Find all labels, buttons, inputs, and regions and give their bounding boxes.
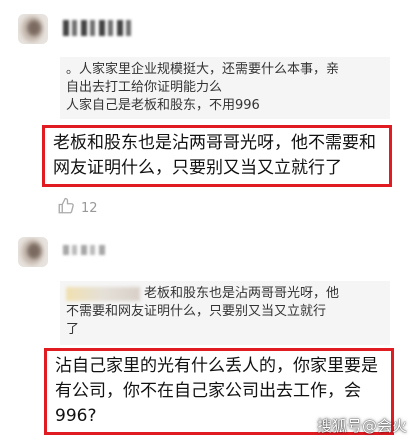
reply-line: 老板和股东也是沾两哥哥光呀，他不需要和 — [53, 133, 376, 153]
thumbs-up-icon — [57, 197, 75, 219]
comment-1: 。人家家里企业规模挺大，还需要什么本事，亲 自出去打工给你证明能力么 人家自己是… — [0, 0, 415, 225]
quote-line: 老板和股东也是沾两哥哥光呀，他 — [66, 285, 384, 303]
quoted-comment: 老板和股东也是沾两哥哥光呀，他 不需要和网友证明什么，只要别又当又立就行 了 — [60, 281, 390, 345]
like-count: 12 — [81, 200, 98, 216]
like-button[interactable]: 12 — [57, 197, 98, 219]
reply-line: 沾自己家里的光有什么丢人的，你家里要是 — [55, 356, 378, 376]
reply-line: 有公司，你不在自己家公司出去工作，会 — [55, 381, 361, 401]
quote-line: 自出去打工给你证明能力么 — [66, 80, 223, 95]
quoted-comment: 。人家家里企业规模挺大，还需要什么本事，亲 自出去打工给你证明能力么 人家自己是… — [60, 57, 390, 119]
username-blurred[interactable] — [63, 20, 133, 36]
comment-2: 老板和股东也是沾两哥哥光呀，他 不需要和网友证明什么，只要别又当又立就行 了 沾… — [0, 225, 415, 445]
quote-line: 了 — [66, 322, 80, 337]
quote-line: 。人家家里企业规模挺大，还需要什么本事，亲 — [66, 62, 340, 77]
quoted-username-blurred — [66, 286, 140, 301]
reply-line: 网友证明什么，只要别又当又立就行了 — [53, 158, 342, 178]
avatar[interactable] — [18, 14, 48, 44]
watermark: 搜狐号@会火 — [316, 417, 407, 435]
quote-line: 不需要和网友证明什么，只要别又当又立就行 — [66, 304, 327, 319]
avatar[interactable] — [18, 237, 48, 267]
quote-line: 人家自己是老板和股东，不用996 — [66, 98, 260, 113]
username-blurred[interactable] — [63, 245, 105, 255]
highlighted-reply: 老板和股东也是沾两哥哥光呀，他不需要和 网友证明什么，只要别又当又立就行了 — [42, 125, 392, 187]
